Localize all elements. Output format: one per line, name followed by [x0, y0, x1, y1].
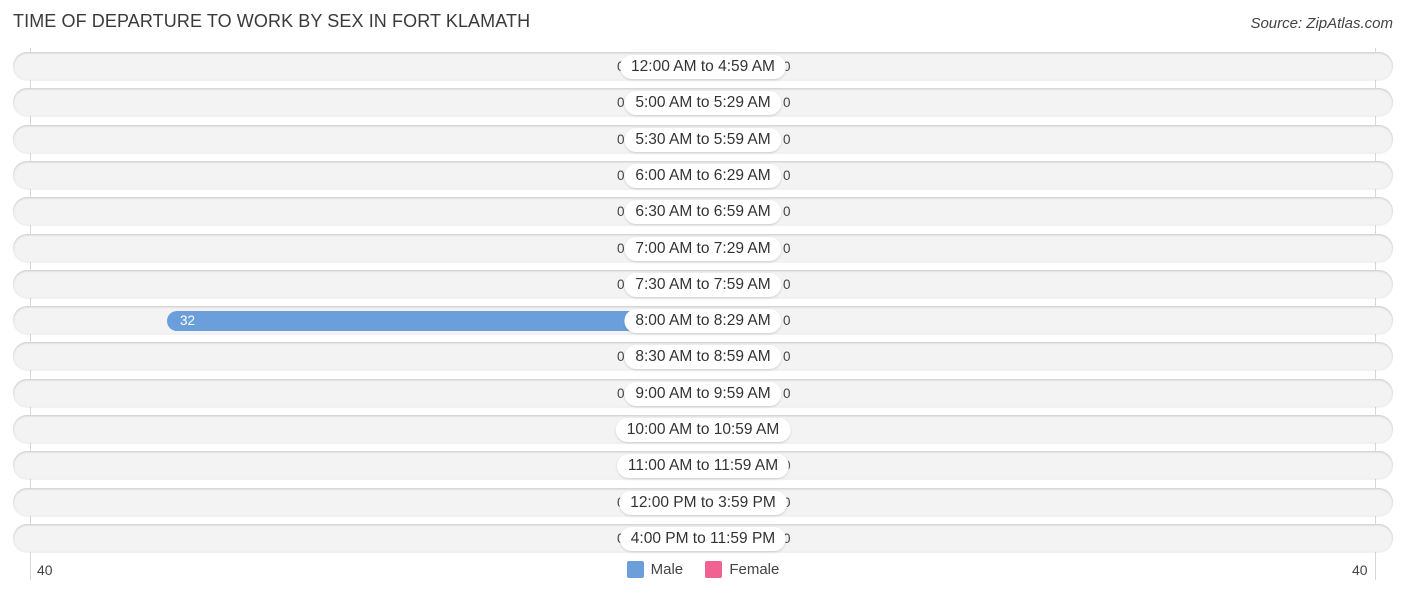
category-label: 11:00 AM to 11:59 AM — [616, 454, 790, 479]
female-value-label: 0 — [783, 240, 791, 256]
source-label: Source: ZipAtlas.com — [1250, 15, 1393, 32]
female-value-label: 0 — [783, 167, 791, 183]
chart-row: 0011:00 AM to 11:59 AM — [13, 451, 1393, 480]
chart-row: 0 0 6:00 AM to 6:29 AM — [13, 160, 1393, 189]
chart-row: 0 0 9:00 AM to 9:59 AM — [13, 378, 1393, 407]
category-label: 6:00 AM to 6:29 AM — [624, 163, 782, 188]
legend-item-male[interactable]: Male — [626, 561, 684, 578]
category-label: 4:00 PM to 11:59 PM — [619, 526, 787, 551]
legend: Male Female — [0, 561, 1406, 582]
chart-row: 0 0 7:00 AM to 7:29 AM — [13, 233, 1393, 262]
chart-row: 0012:00 AM to 4:59 AM — [13, 52, 1393, 80]
female-value-label: 0 — [783, 204, 791, 220]
chart-row: 0 0 7:30 AM to 7:59 AM — [13, 269, 1393, 298]
female-value-label: 0 — [783, 385, 791, 401]
legend-swatch-female — [705, 561, 723, 578]
chart-row: 0 0 5:00 AM to 5:29 AM — [13, 88, 1393, 117]
category-label: 12:00 AM to 4:59 AM — [620, 55, 786, 79]
female-value-label: 0 — [783, 349, 791, 365]
chart-row: 0 0 6:30 AM to 6:59 AM — [13, 197, 1393, 226]
legend-item-female[interactable]: Female — [705, 561, 779, 578]
category-label: 8:30 AM to 8:59 AM — [624, 345, 782, 370]
female-value-label: 0 — [783, 95, 791, 111]
legend-swatch-male — [626, 561, 644, 578]
female-value-label: 0 — [783, 313, 791, 329]
chart-row: 0012:00 PM to 3:59 PM — [13, 487, 1393, 516]
chart-row: 004:00 PM to 11:59 PM — [13, 523, 1393, 552]
category-label: 6:30 AM to 6:59 AM — [624, 200, 782, 225]
category-label: 7:30 AM to 7:59 AM — [624, 272, 782, 297]
female-value-label: 0 — [783, 131, 791, 147]
male-value-label: 32 — [180, 313, 196, 329]
chart-title: TIME OF DEPARTURE TO WORK BY SEX IN FORT… — [13, 11, 531, 31]
chart-row: 0010:00 AM to 10:59 AM — [13, 415, 1393, 443]
female-value-label: 0 — [783, 276, 791, 292]
category-label: 10:00 AM to 10:59 AM — [615, 418, 791, 442]
category-label: 5:00 AM to 5:29 AM — [624, 91, 782, 116]
chart-row: 0 0 5:30 AM to 5:59 AM — [13, 124, 1393, 153]
category-label: 12:00 PM to 3:59 PM — [619, 490, 787, 515]
category-label: 9:00 AM to 9:59 AM — [624, 381, 782, 406]
category-label: 7:00 AM to 7:29 AM — [624, 236, 782, 261]
chart-row: 32 0 8:00 AM to 8:29 AM — [13, 306, 1393, 335]
legend-label-male: Male — [650, 561, 684, 578]
chart-row: 0 0 8:30 AM to 8:59 AM — [13, 342, 1393, 371]
category-label: 8:00 AM to 8:29 AM — [624, 309, 782, 334]
male-bar[interactable] — [167, 311, 703, 332]
category-label: 5:30 AM to 5:59 AM — [624, 127, 782, 152]
legend-label-female: Female — [729, 561, 780, 578]
